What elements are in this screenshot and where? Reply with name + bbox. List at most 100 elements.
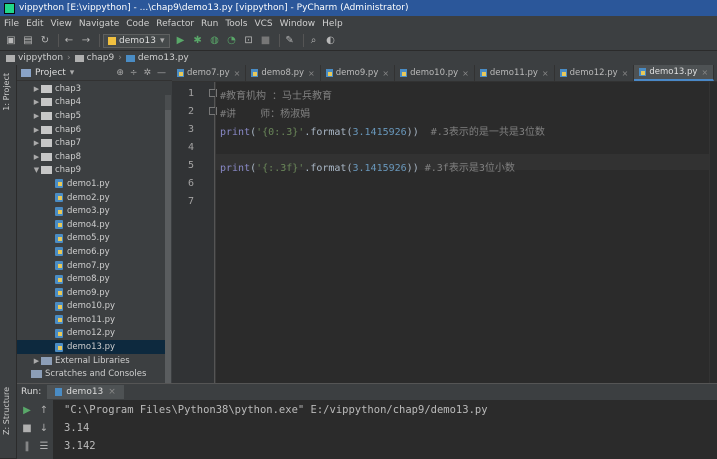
tree-file-item[interactable]: demo7.py — [17, 259, 167, 273]
breadcrumb-item-file[interactable]: demo13.py — [138, 53, 189, 63]
close-icon[interactable]: × — [462, 69, 469, 78]
open-folder-icon[interactable]: ▣ — [4, 34, 18, 48]
chevron-down-icon[interactable]: ▼ — [32, 166, 41, 174]
tree-file-item[interactable]: demo11.py — [17, 313, 167, 327]
gear-icon[interactable]: ✲ — [143, 68, 151, 78]
tree-file-item[interactable]: demo9.py — [17, 286, 167, 300]
close-icon[interactable]: × — [382, 69, 389, 78]
tree-folder-item[interactable]: ▶ chap6 — [17, 123, 167, 137]
hide-icon[interactable]: — — [157, 68, 166, 78]
chevron-right-icon[interactable]: ▶ — [32, 139, 41, 147]
editor-tab[interactable]: demo13.py × — [634, 65, 715, 81]
sync-icon[interactable]: ↻ — [38, 34, 52, 48]
tree-folder-item[interactable]: ▶ External Libraries — [17, 354, 167, 368]
tree-file-item[interactable]: demo8.py — [17, 272, 167, 286]
save-all-icon[interactable]: ▤ — [21, 34, 35, 48]
tree-file-item[interactable]: demo1.py — [17, 177, 167, 191]
stop-icon[interactable]: ■ — [20, 421, 34, 435]
run-configuration-select[interactable]: demo13 ▾ — [103, 33, 170, 48]
tree-file-item[interactable]: demo4.py — [17, 218, 167, 232]
menu-item-help[interactable]: Help — [322, 19, 343, 29]
tree-file-item[interactable]: demo6.py — [17, 245, 167, 259]
project-scrollbar[interactable] — [165, 95, 171, 385]
pause-icon[interactable]: ‖ — [20, 439, 34, 453]
editor-tab[interactable]: demo12.py × — [555, 65, 635, 81]
concurrency-icon[interactable]: ⊡ — [242, 34, 256, 48]
chevron-right-icon[interactable]: ▶ — [32, 98, 41, 106]
tree-item-label: demo9.py — [67, 287, 110, 298]
vcs-icon[interactable]: ◐ — [324, 34, 338, 48]
code-line-3[interactable]: print('{0:.3}'.format(3.1415926)) #.3表示的… — [220, 123, 545, 138]
editor-tab[interactable]: demo11.py × — [475, 65, 555, 81]
breadcrumb-item-project[interactable]: vippython — [18, 53, 63, 63]
close-icon[interactable]: × — [701, 68, 708, 77]
menu-item-code[interactable]: Code — [126, 19, 149, 29]
python-file-icon — [55, 193, 63, 203]
tree-folder-item[interactable]: Scratches and Consoles — [17, 367, 167, 381]
editor-scrollbar[interactable] — [709, 82, 717, 383]
profile-icon[interactable]: ◔ — [225, 34, 239, 48]
up-arrow-icon[interactable]: ↑ — [37, 403, 51, 417]
project-tool-tab[interactable]: 1: Project — [2, 73, 11, 111]
run-icon[interactable]: ▶ — [174, 34, 188, 48]
editor-tab[interactable]: demo9.py × — [321, 65, 396, 81]
coverage-icon[interactable]: ◍ — [208, 34, 222, 48]
tree-folder-item[interactable]: ▶ chap3 — [17, 82, 167, 96]
close-icon[interactable]: × — [234, 69, 241, 78]
close-icon[interactable]: × — [622, 69, 629, 78]
chevron-down-icon[interactable]: ▾ — [70, 68, 75, 78]
code-line-1[interactable]: #教育机构 ：马士兵教育 — [220, 87, 332, 102]
tree-folder-item[interactable]: ▶ chap8 — [17, 150, 167, 164]
tree-folder-item[interactable]: ▶ chap4 — [17, 96, 167, 110]
chevron-right-icon[interactable]: ▶ — [32, 357, 41, 365]
chevron-right-icon[interactable]: ▶ — [32, 153, 41, 161]
editor-tab[interactable]: demo8.py × — [246, 65, 321, 81]
back-icon[interactable]: ← — [62, 34, 76, 48]
menu-item-file[interactable]: File — [4, 19, 19, 29]
forward-icon[interactable]: → — [79, 34, 93, 48]
folder-icon — [41, 98, 52, 107]
settings-wrench-icon[interactable]: ✎ — [283, 34, 297, 48]
menu-item-run[interactable]: Run — [201, 19, 218, 29]
chevron-right-icon[interactable]: ▶ — [32, 126, 41, 134]
tree-file-item[interactable]: demo5.py — [17, 232, 167, 246]
debug-icon[interactable]: ✱ — [191, 34, 205, 48]
chevron-right-icon[interactable]: ▶ — [32, 85, 41, 93]
menu-item-edit[interactable]: Edit — [26, 19, 43, 29]
code-line-2[interactable]: #讲 师：杨淑娟 — [220, 105, 310, 120]
chevron-right-icon[interactable]: ▶ — [32, 112, 41, 120]
rerun-icon[interactable]: ▶ — [20, 403, 34, 417]
menu-item-view[interactable]: View — [51, 19, 72, 29]
tree-file-item[interactable]: demo12.py — [17, 327, 167, 341]
soft-wrap-icon[interactable]: ☰ — [37, 439, 51, 453]
stop-icon[interactable]: ■ — [259, 34, 273, 48]
menu-item-vcs[interactable]: VCS — [254, 19, 272, 29]
menu-item-window[interactable]: Window — [280, 19, 316, 29]
editor-tab[interactable]: demo7.py × — [172, 65, 247, 81]
tree-file-item[interactable]: demo2.py — [17, 191, 167, 205]
tree-item-label: demo12.py — [67, 328, 116, 339]
structure-tool-tab[interactable]: Z: Structure — [2, 387, 11, 435]
menu-item-tools[interactable]: Tools — [225, 19, 247, 29]
close-icon[interactable]: × — [542, 69, 549, 78]
tree-folder-item[interactable]: ▶ chap7 — [17, 136, 167, 150]
menu-item-refactor[interactable]: Refactor — [156, 19, 194, 29]
tree-folder-item[interactable]: ▼ chap9 — [17, 164, 167, 178]
search-icon[interactable]: ⌕ — [307, 34, 321, 48]
locate-icon[interactable]: ⊕ — [116, 68, 124, 78]
run-tab[interactable]: demo13 × — [47, 385, 124, 399]
editor-tab[interactable]: demo10.py × — [395, 65, 475, 81]
collapse-icon[interactable]: ÷ — [130, 68, 138, 78]
chevron-down-icon: ▾ — [159, 35, 165, 46]
close-icon[interactable]: × — [108, 387, 116, 397]
code-line-5[interactable]: print('{:.3f}'.format(3.1415926)) #.3f表示… — [220, 159, 515, 174]
down-arrow-icon[interactable]: ↓ — [37, 421, 51, 435]
project-view-select[interactable]: Project — [35, 68, 66, 78]
tree-file-item[interactable]: demo3.py — [17, 204, 167, 218]
close-icon[interactable]: × — [308, 69, 315, 78]
tree-file-item[interactable]: demo10.py — [17, 300, 167, 314]
tree-file-item[interactable]: demo13.py — [17, 340, 167, 354]
menu-item-navigate[interactable]: Navigate — [79, 19, 119, 29]
breadcrumb-item-folder[interactable]: chap9 — [87, 53, 115, 63]
tree-folder-item[interactable]: ▶ chap5 — [17, 109, 167, 123]
